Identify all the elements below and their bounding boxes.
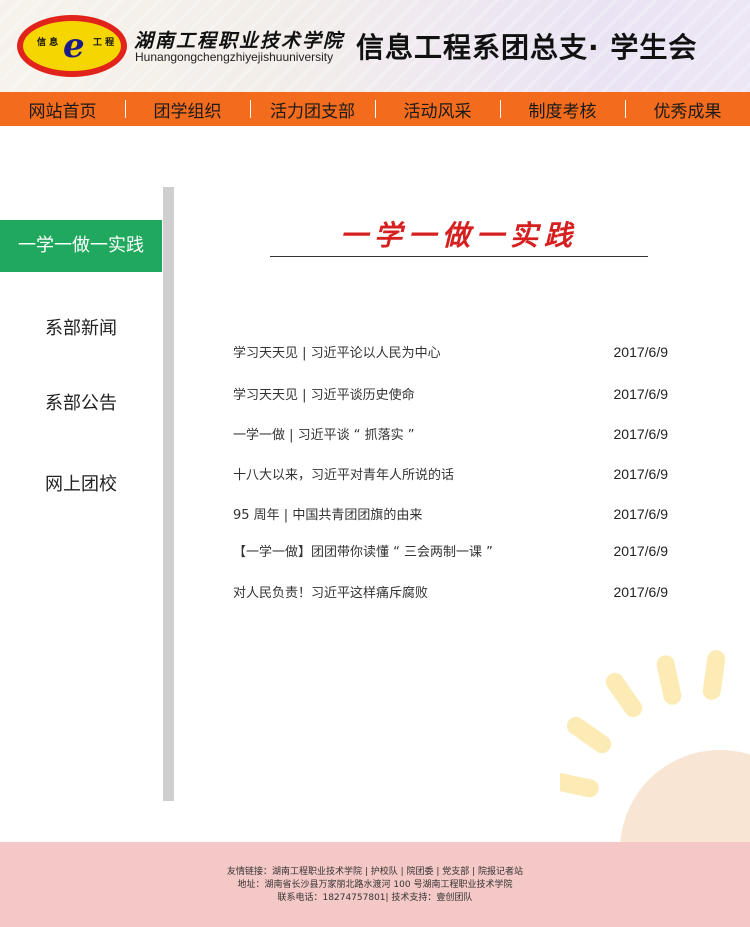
sun-body bbox=[620, 750, 750, 842]
nav-item-branches[interactable]: 活力团支部 bbox=[250, 92, 375, 126]
news-item[interactable]: 十八大以来，习近平对青年人所说的话 2017/6/9 bbox=[233, 462, 668, 486]
logo-text-left: 信 息 bbox=[37, 38, 59, 48]
news-item[interactable]: 对人民负责！习近平这样痛斥腐败 2017/6/9 bbox=[233, 580, 668, 604]
main-nav: 网站首页 团学组织 活力团支部 活动风采 制度考核 优秀成果 bbox=[0, 92, 750, 126]
department-title: 信息工程系团总支· 学生会 bbox=[356, 31, 698, 64]
news-date: 2017/6/9 bbox=[613, 506, 669, 522]
news-title[interactable]: 一学一做 | 习近平谈 “ 抓落实 ” bbox=[233, 424, 415, 443]
nav-item-achievements[interactable]: 优秀成果 bbox=[625, 92, 750, 126]
sidebar-item-news[interactable]: 系部新闻 bbox=[0, 314, 162, 340]
sun-ray bbox=[654, 653, 684, 707]
logo-inner: 信 息 e 工 程 bbox=[23, 21, 121, 71]
sun-decoration bbox=[560, 650, 750, 842]
news-title[interactable]: 学习天天见 | 习近平谈历史使命 bbox=[233, 384, 415, 403]
sidebar-item-notices[interactable]: 系部公告 bbox=[0, 389, 162, 415]
nav-item-rules[interactable]: 制度考核 bbox=[500, 92, 625, 126]
news-date: 2017/6/9 bbox=[613, 543, 669, 559]
news-item[interactable]: 【一学一做】团团带你读懂 “ 三会两制一课 ” 2017/6/9 bbox=[233, 539, 668, 563]
sun-ray bbox=[563, 713, 615, 757]
footer-address: 地址：湖南省长沙县万家丽北路水渡河 100 号湖南工程职业技术学院 bbox=[237, 880, 513, 890]
sun-ray bbox=[560, 770, 601, 800]
school-pinyin: Hunangongchengzhiyejishuuniversity bbox=[135, 50, 334, 64]
sun-ray bbox=[701, 650, 727, 702]
site-header: 信 息 e 工 程 湖南工程职业技术学院 Hunangongchengzhiye… bbox=[0, 0, 750, 92]
news-item[interactable]: 学习天天见 | 习近平论以人民为中心 2017/6/9 bbox=[233, 340, 668, 364]
footer-contact: 联系电话：18274757801| 技术支持：壹创团队 bbox=[277, 893, 473, 903]
sidebar-item-online-school[interactable]: 网上团校 bbox=[0, 470, 162, 496]
nav-item-home[interactable]: 网站首页 bbox=[0, 92, 125, 126]
logo-letter: e bbox=[63, 26, 85, 66]
nav-item-activities[interactable]: 活动风采 bbox=[375, 92, 500, 126]
news-title[interactable]: 95 周年 | 中国共青团团旗的由来 bbox=[233, 504, 422, 523]
news-date: 2017/6/9 bbox=[613, 466, 669, 482]
logo-text-right: 工 程 bbox=[93, 38, 115, 48]
news-title[interactable]: 学习天天见 | 习近平论以人民为中心 bbox=[233, 342, 441, 361]
school-logo[interactable]: 信 息 e 工 程 bbox=[17, 15, 127, 77]
news-date: 2017/6/9 bbox=[613, 344, 669, 360]
sidebar-divider bbox=[163, 187, 174, 801]
nav-item-organization[interactable]: 团学组织 bbox=[125, 92, 250, 126]
footer-links[interactable]: 友情链接：湖南工程职业技术学院 | 护校队 | 院团委 | 党支部 | 院报记者… bbox=[0, 866, 750, 879]
news-item[interactable]: 一学一做 | 习近平谈 “ 抓落实 ” 2017/6/9 bbox=[233, 422, 668, 446]
news-item[interactable]: 学习天天见 | 习近平谈历史使命 2017/6/9 bbox=[233, 382, 668, 406]
sidebar-item-practice[interactable]: 一学一做一实践 bbox=[0, 220, 162, 272]
news-item[interactable]: 95 周年 | 中国共青团团旗的由来 2017/6/9 bbox=[233, 502, 668, 526]
section-title: 一学一做一实践 bbox=[339, 219, 578, 252]
news-date: 2017/6/9 bbox=[613, 426, 669, 442]
section-divider bbox=[270, 256, 648, 257]
school-name: 湖南工程职业技术学院 bbox=[134, 30, 345, 52]
news-date: 2017/6/9 bbox=[613, 584, 669, 600]
news-title[interactable]: 对人民负责！习近平这样痛斥腐败 bbox=[233, 582, 428, 601]
news-title[interactable]: 十八大以来，习近平对青年人所说的话 bbox=[233, 464, 454, 483]
site-footer: 友情链接：湖南工程职业技术学院 | 护校队 | 院团委 | 党支部 | 院报记者… bbox=[0, 842, 750, 927]
news-title[interactable]: 【一学一做】团团带你读懂 “ 三会两制一课 ” bbox=[233, 541, 493, 560]
news-date: 2017/6/9 bbox=[613, 386, 669, 402]
sun-ray bbox=[602, 669, 646, 721]
